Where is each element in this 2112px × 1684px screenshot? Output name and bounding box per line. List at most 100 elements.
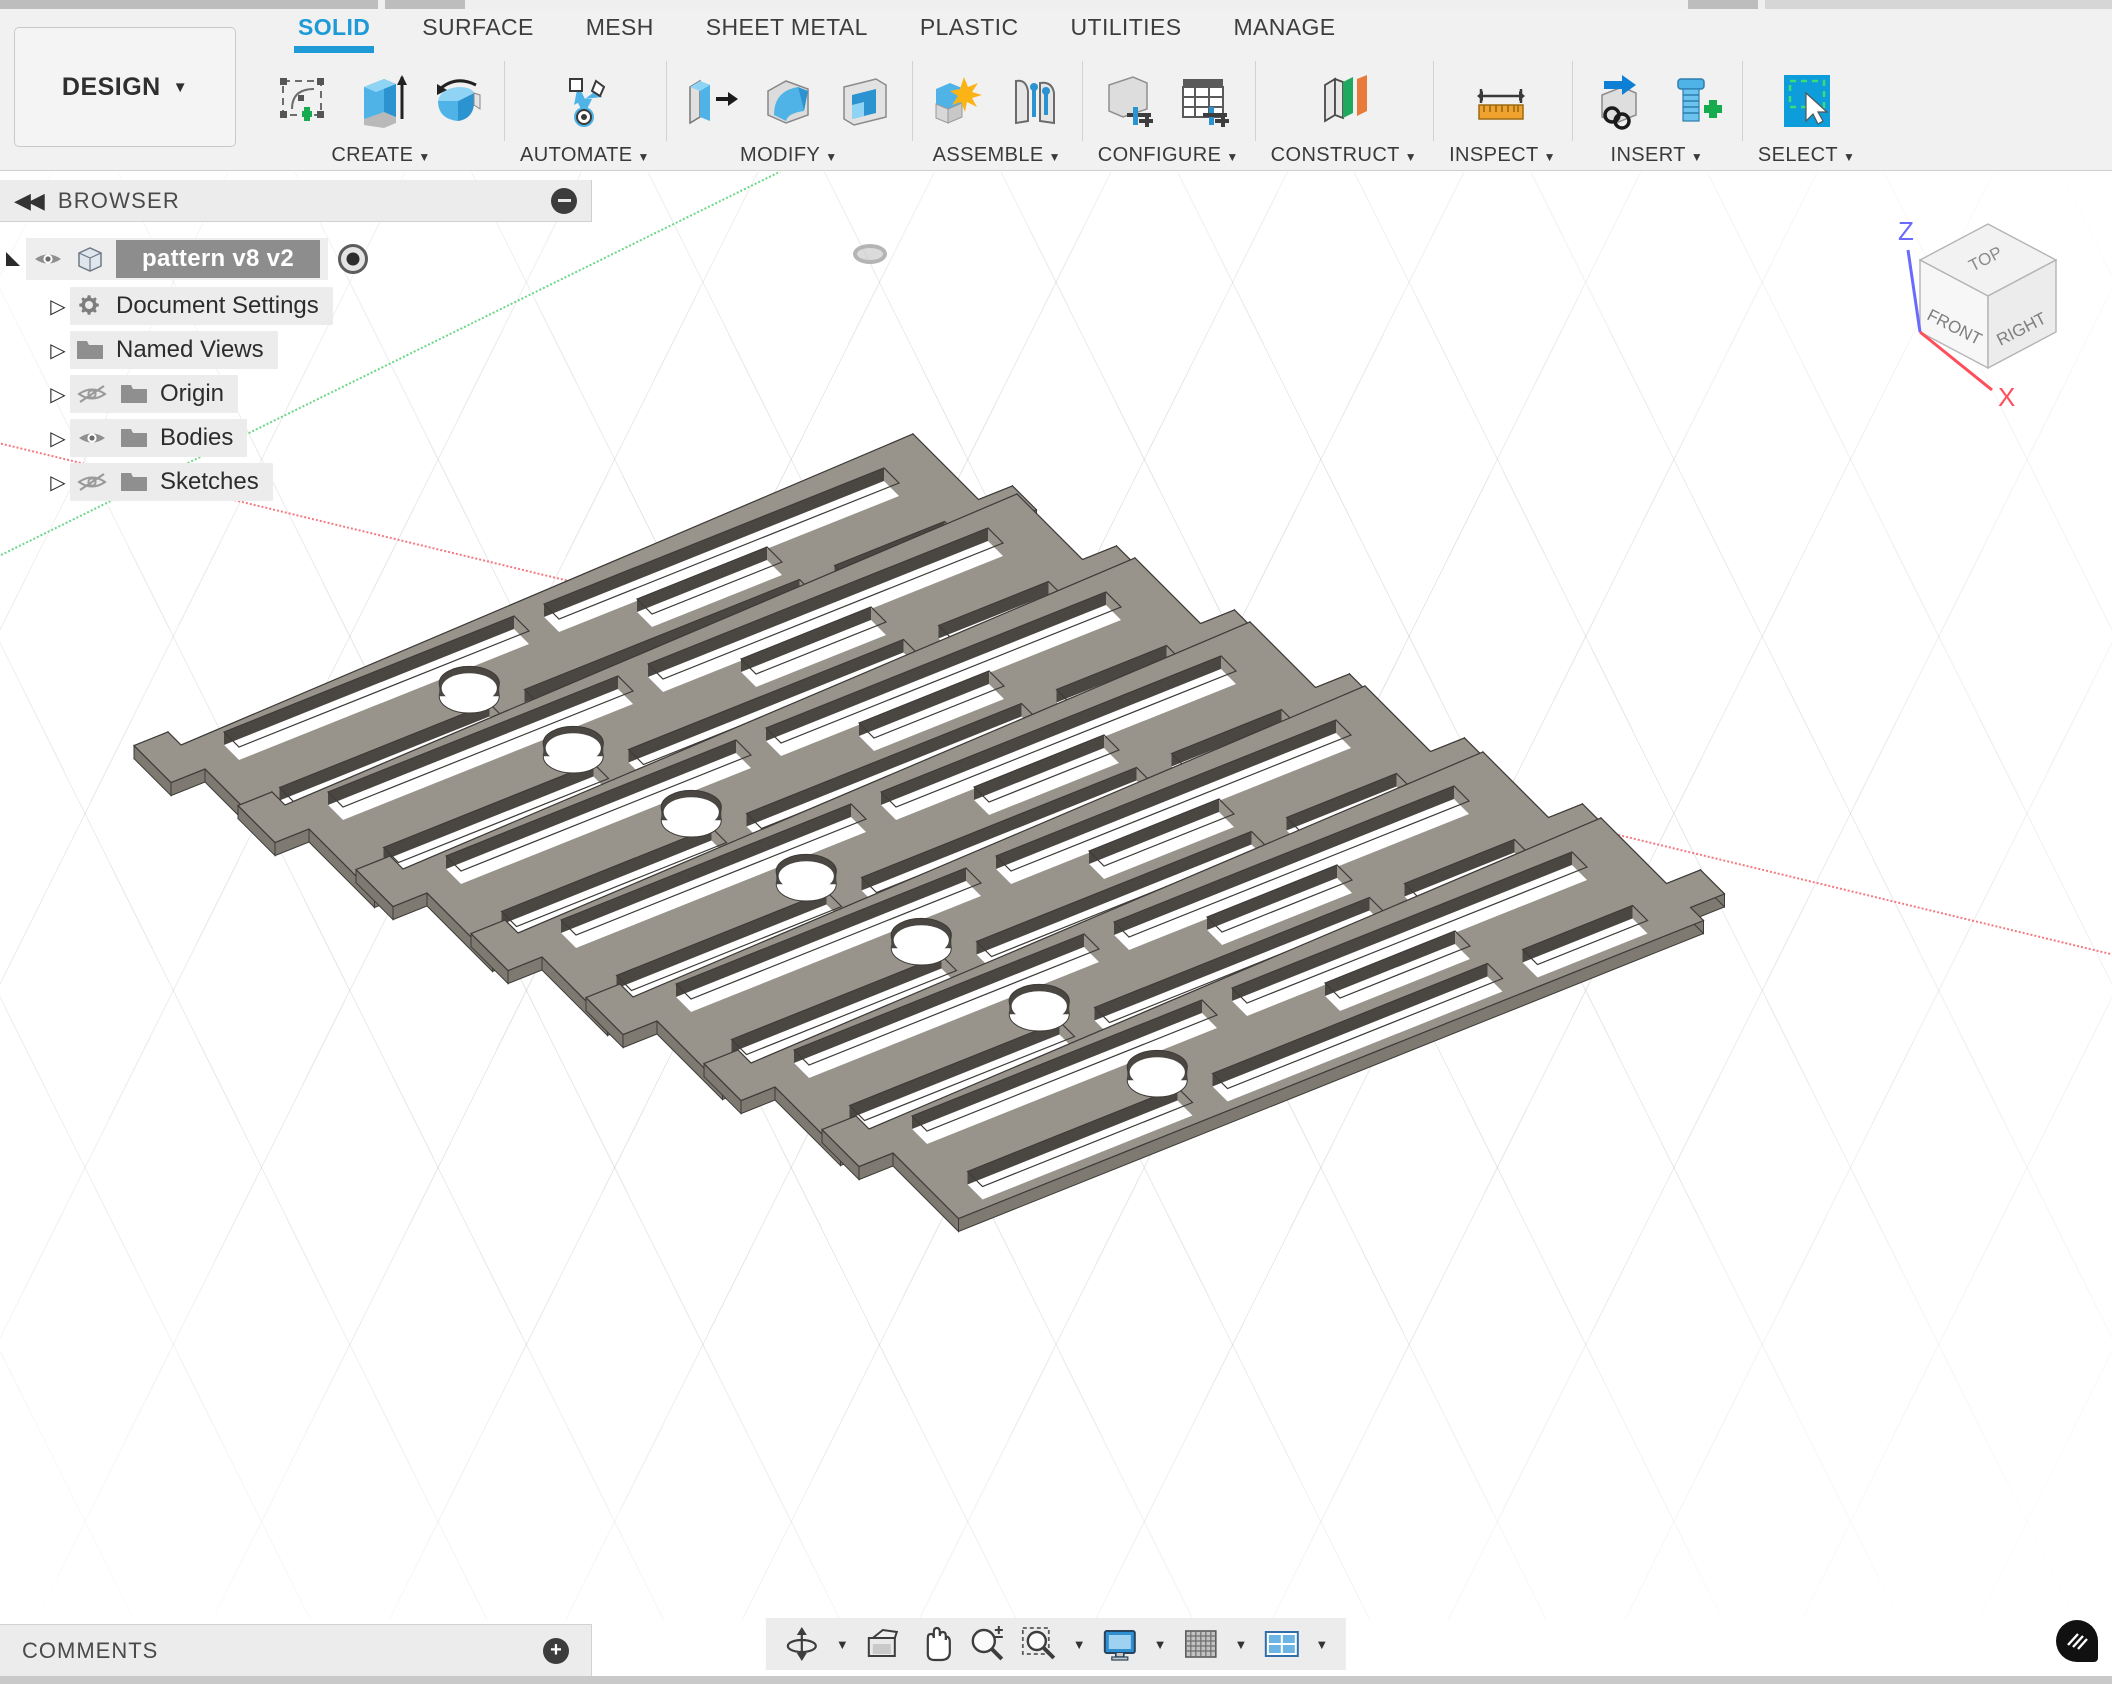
autodesk-badge-icon[interactable] <box>2056 1620 2098 1662</box>
panel-icons <box>274 55 488 133</box>
workspace-switcher[interactable]: DESIGN ▼ <box>14 27 236 147</box>
tree-item-origin[interactable]: ▷ Origin <box>0 372 592 416</box>
eye-hidden-icon[interactable] <box>70 471 114 493</box>
window-chrome <box>0 0 2112 9</box>
select-window-icon[interactable] <box>1776 71 1838 133</box>
panel-label-insert[interactable]: INSERT ▼ <box>1611 144 1704 171</box>
activate-radio-icon[interactable] <box>337 244 368 274</box>
insert-mcmaster-icon[interactable] <box>1664 71 1726 133</box>
tree-item-chip[interactable]: Origin <box>70 375 239 413</box>
chevron-down-icon[interactable]: ▼ <box>1309 1637 1334 1652</box>
insert-derive-icon[interactable] <box>1588 71 1650 133</box>
panel-icons <box>1776 55 1838 133</box>
view-cube[interactable]: TOP FRONT RIGHT Z X <box>1860 202 2100 422</box>
collapse-left-icon[interactable]: ◀◀ <box>14 188 45 214</box>
expand-arrow-icon[interactable]: ▷ <box>46 294 70 319</box>
joint-icon[interactable] <box>1004 71 1066 133</box>
chevron-down-icon[interactable]: ▼ <box>1148 1637 1173 1652</box>
pan-icon[interactable] <box>911 1622 959 1666</box>
tree-item-chip[interactable]: Bodies <box>70 419 248 457</box>
shell-icon[interactable] <box>834 71 896 133</box>
add-comment-button[interactable]: + <box>543 1637 569 1664</box>
tree-item-label: Origin <box>160 380 225 407</box>
configure-table-icon[interactable] <box>1175 71 1237 133</box>
eye-visible-icon[interactable] <box>70 427 114 449</box>
viewcube-axis-z: Z <box>1898 216 1914 246</box>
tree-item-named-views[interactable]: ▷ Named Views <box>0 328 592 372</box>
measure-icon[interactable] <box>1471 71 1533 133</box>
panel-icons <box>1313 55 1375 133</box>
offset-plane-icon[interactable] <box>1313 71 1375 133</box>
configure-part-icon[interactable] <box>1099 71 1161 133</box>
tree-item-label: Document Settings <box>116 292 319 319</box>
grid-snaps-icon[interactable] <box>1176 1622 1224 1666</box>
expand-arrow-icon[interactable]: ▷ <box>46 338 70 363</box>
minimize-icon[interactable] <box>551 187 577 214</box>
viewcube-axis-x: X <box>1998 382 2015 412</box>
browser-header: ◀◀ BROWSER <box>0 180 592 222</box>
panel-label-automate[interactable]: AUTOMATE ▼ <box>520 144 650 171</box>
browser-tree: pattern v8 v2 ▷ Document Settings ▷ Name… <box>0 222 592 504</box>
panel-label-configure[interactable]: CONFIGURE ▼ <box>1098 144 1239 171</box>
expand-arrow-icon[interactable]: ▷ <box>46 426 70 451</box>
automate-icon[interactable] <box>554 71 616 133</box>
navigation-bar: ▼ ▼ ▼ ▼ ▼ <box>765 1618 1347 1670</box>
press-pull-icon[interactable] <box>682 71 744 133</box>
chevron-down-icon[interactable]: ▼ <box>1228 1637 1253 1652</box>
chevron-down-icon[interactable]: ▼ <box>1067 1637 1092 1652</box>
tree-item-bodies[interactable]: ▷ Bodies <box>0 416 592 460</box>
expand-arrow-icon[interactable]: ▷ <box>46 382 70 407</box>
triangle-down-icon[interactable] <box>0 249 26 269</box>
eye-visible-icon[interactable] <box>26 249 70 269</box>
tab-mesh[interactable]: MESH <box>560 9 680 41</box>
tree-item-chip[interactable]: Named Views <box>70 331 278 369</box>
look-at-icon[interactable] <box>859 1622 907 1666</box>
chrome-segment <box>1688 0 1758 9</box>
comments-bar[interactable]: COMMENTS + <box>0 1624 592 1676</box>
panel-label-create[interactable]: CREATE ▼ <box>331 144 430 171</box>
chevron-down-icon[interactable]: ▼ <box>830 1637 855 1652</box>
component-cube-icon <box>70 245 110 273</box>
zoom-window-icon[interactable] <box>1015 1622 1063 1666</box>
folder-icon <box>114 469 154 495</box>
tree-root-chip[interactable]: pattern v8 v2 <box>26 238 328 280</box>
tab-plastic[interactable]: PLASTIC <box>894 9 1045 41</box>
panel-label-select[interactable]: SELECT ▼ <box>1758 144 1855 171</box>
tab-label: MESH <box>585 14 654 40</box>
expand-arrow-icon[interactable]: ▷ <box>46 470 70 495</box>
eye-hidden-icon[interactable] <box>70 383 114 405</box>
panel-label-modify[interactable]: MODIFY ▼ <box>740 144 837 171</box>
panel-icons <box>1099 55 1237 133</box>
tree-root-row[interactable]: pattern v8 v2 <box>0 234 592 284</box>
tab-sheet-metal[interactable]: SHEET METAL <box>680 9 894 41</box>
chrome-segment <box>0 0 378 9</box>
viewport-layout-icon[interactable] <box>1257 1622 1305 1666</box>
panel-create: CREATE ▼ <box>258 55 504 171</box>
tree-item-document-settings[interactable]: ▷ Document Settings <box>0 284 592 328</box>
new-component-icon[interactable] <box>928 71 990 133</box>
panel-automate: AUTOMATE ▼ <box>504 55 666 171</box>
fillet-icon[interactable] <box>758 71 820 133</box>
zoom-icon[interactable] <box>963 1622 1011 1666</box>
tab-manage[interactable]: MANAGE <box>1207 9 1361 41</box>
create-sketch-icon[interactable] <box>274 71 336 133</box>
revolve-icon[interactable] <box>426 71 488 133</box>
tree-item-chip[interactable]: Sketches <box>70 463 273 501</box>
panel-icons <box>1588 55 1726 133</box>
display-settings-icon[interactable] <box>1096 1622 1144 1666</box>
tab-solid[interactable]: SOLID <box>272 9 396 53</box>
tab-utilities[interactable]: UTILITIES <box>1044 9 1207 41</box>
extrude-icon[interactable] <box>350 71 412 133</box>
panel-construct: CONSTRUCT ▼ <box>1254 55 1433 171</box>
chrome-segment <box>385 0 465 9</box>
tab-label: MANAGE <box>1233 14 1336 40</box>
tab-label: SHEET METAL <box>705 14 868 40</box>
panel-label-construct[interactable]: CONSTRUCT ▼ <box>1271 144 1417 171</box>
panel-label-inspect[interactable]: INSPECT ▼ <box>1449 144 1556 171</box>
tree-item-sketches[interactable]: ▷ Sketches <box>0 460 592 504</box>
tab-surface[interactable]: SURFACE <box>396 9 559 41</box>
panel-label-assemble[interactable]: ASSEMBLE ▼ <box>933 144 1061 171</box>
browser-title: BROWSER <box>57 187 180 213</box>
tree-item-chip[interactable]: Document Settings <box>70 287 333 325</box>
orbit-icon[interactable] <box>778 1622 826 1666</box>
